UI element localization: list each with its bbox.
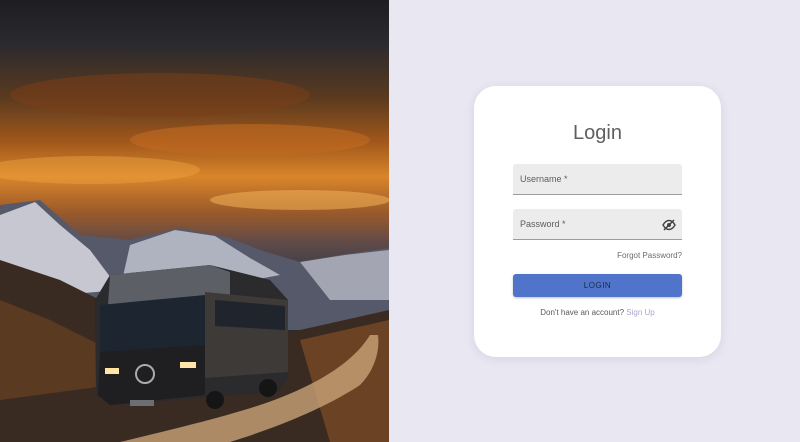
eye-off-icon[interactable]: [662, 218, 676, 231]
login-button[interactable]: LOGIN: [513, 274, 682, 297]
password-field[interactable]: Password *: [513, 209, 682, 240]
signup-row: Don't have an account? Sign Up: [474, 308, 721, 317]
username-field[interactable]: Username *: [513, 164, 682, 195]
forgot-password-link[interactable]: Forgot Password?: [617, 251, 682, 260]
hero-image: [0, 0, 389, 442]
signup-link[interactable]: Sign Up: [626, 308, 654, 317]
login-title: Login: [573, 122, 622, 144]
username-input[interactable]: [513, 164, 682, 194]
password-input[interactable]: [513, 209, 682, 239]
no-account-text: Don't have an account?: [540, 308, 625, 317]
